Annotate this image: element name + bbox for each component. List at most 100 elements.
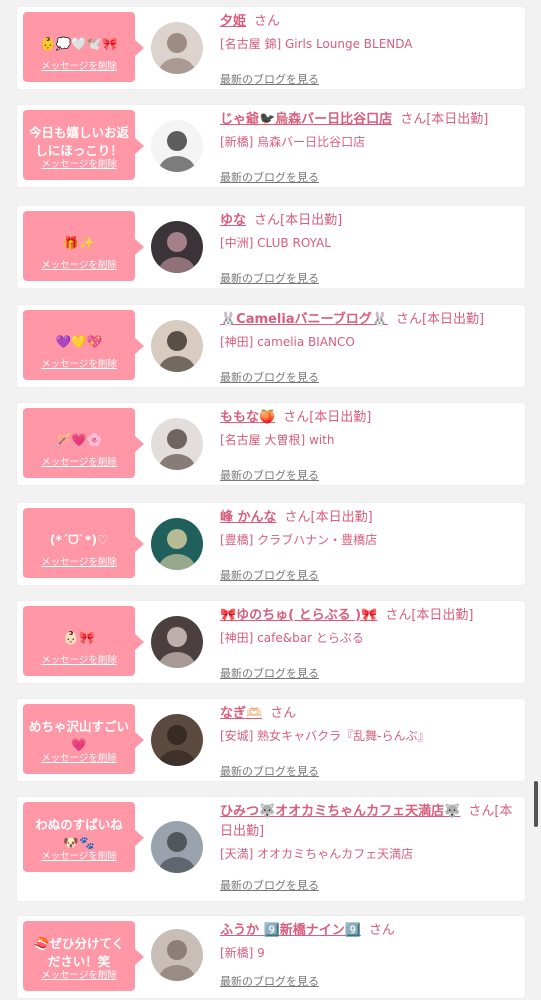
list-item: 👶💭🤍🕊️🎀 メッセージを削除 夕姫 さん [名古屋 錦] Girls Loung… xyxy=(17,7,525,89)
cast-name-link[interactable]: ももな🍑 xyxy=(220,410,275,425)
delete-message-link[interactable]: メッセージを削除 xyxy=(23,257,135,271)
avatar[interactable] xyxy=(151,22,203,74)
card-info: ももな🍑 さん[本日出勤] [名古屋 大曽根] with xyxy=(220,408,517,450)
honorific: さん xyxy=(400,112,427,127)
latest-blog-link[interactable]: 最新のブログを見る xyxy=(220,270,319,286)
name-line: ももな🍑 さん[本日出勤] xyxy=(220,408,517,428)
message-text: 🍣ぜひ分けてください！笑 xyxy=(33,936,125,969)
name-line: なぎ🫶🏻 さん xyxy=(220,704,517,724)
list-item: 🎁✨ メッセージを削除 ゆな さん[本日出勤] [中洲] CLUB ROYAL 最… xyxy=(17,206,525,288)
delete-message-link[interactable]: メッセージを削除 xyxy=(23,848,135,862)
latest-blog-link[interactable]: 最新のブログを見る xyxy=(220,71,319,87)
message-text: 👶💭🤍🕊️🎀 xyxy=(40,36,118,51)
avatar[interactable] xyxy=(151,518,203,570)
message-bubble: 🍣ぜひ分けてください！笑 メッセージを削除 xyxy=(23,921,144,991)
status-badge: [本日出勤] xyxy=(310,510,373,525)
delete-message-link[interactable]: メッセージを削除 xyxy=(23,750,135,764)
name-line: 🐰Cameliaバニーブログ🐰 さん[本日出勤] xyxy=(220,310,517,330)
name-line: ふうか 9️⃣新橋ナイン9️⃣ さん xyxy=(220,921,517,941)
delete-message-link[interactable]: メッセージを削除 xyxy=(23,454,135,468)
name-line: 峰 かんな さん[本日出勤] xyxy=(220,508,517,528)
message-bubble: (*ˊᗜˋ*)♡ メッセージを削除 xyxy=(23,508,144,578)
message-text: 💜💛💖 xyxy=(55,334,103,349)
latest-blog-link[interactable]: 最新のブログを見る xyxy=(220,467,319,483)
honorific: さん xyxy=(468,804,495,819)
shop-label: [安城] 熟女キャバクラ『乱舞-らんぶ』 xyxy=(220,729,430,743)
delete-message-link[interactable]: メッセージを削除 xyxy=(23,554,135,568)
status-badge: [本日出勤] xyxy=(426,112,489,127)
card-info: ひみつ🐺オオカミちゃんカフェ天満店🐺 さん[本日出勤] [天満] オオカミちゃんカ… xyxy=(220,802,517,864)
honorific: さん xyxy=(270,706,297,721)
delete-message-link[interactable]: メッセージを削除 xyxy=(23,967,135,981)
message-text: 🪄💗🌸 xyxy=(55,432,103,447)
message-text: (*ˊᗜˋ*)♡ xyxy=(49,532,109,547)
shop-label: [新橋] 烏森バー日比谷口店 xyxy=(220,135,366,149)
avatar[interactable] xyxy=(151,929,203,981)
latest-blog-link[interactable]: 最新のブログを見る xyxy=(220,665,319,681)
message-text: 今日も嬉しいお返しにほっこり！ xyxy=(29,125,130,158)
name-line: 夕姫 さん xyxy=(220,12,517,32)
latest-blog-link[interactable]: 最新のブログを見る xyxy=(220,973,319,989)
cast-name-link[interactable]: 峰 かんな xyxy=(220,510,277,525)
message-bubble: 🪄💗🌸 メッセージを削除 xyxy=(23,408,144,478)
cast-name-link[interactable]: ゆな xyxy=(220,213,246,228)
delete-message-link[interactable]: メッセージを削除 xyxy=(23,156,135,170)
shop-label: [名古屋 大曽根] with xyxy=(220,433,335,447)
honorific: さん xyxy=(254,213,281,228)
avatar[interactable] xyxy=(151,616,203,668)
latest-blog-link[interactable]: 最新のブログを見る xyxy=(220,877,319,893)
list-item: 💜💛💖 メッセージを削除 🐰Cameliaバニーブログ🐰 さん[本日出勤] [神田… xyxy=(17,305,525,387)
card-info: なぎ🫶🏻 さん [安城] 熟女キャバクラ『乱舞-らんぶ』 xyxy=(220,704,517,746)
honorific: さん xyxy=(254,14,281,29)
avatar[interactable] xyxy=(151,821,203,873)
avatar[interactable] xyxy=(151,320,203,372)
delete-message-link[interactable]: メッセージを削除 xyxy=(23,356,135,370)
name-line: ゆな さん[本日出勤] xyxy=(220,211,517,231)
honorific: さん xyxy=(395,312,422,327)
avatar[interactable] xyxy=(151,120,203,172)
message-text: 🎁✨ xyxy=(63,235,95,250)
cast-name-link[interactable]: 🎀ゆのちゅ( とらぶる )🎀 xyxy=(220,608,377,623)
shop-label: [豊橋] クラブハナン・豊橋店 xyxy=(220,533,378,547)
shop-label: [神田] camelia BIANCO xyxy=(220,335,355,349)
avatar[interactable] xyxy=(151,714,203,766)
status-badge: [本日出勤] xyxy=(411,608,474,623)
delete-message-link[interactable]: メッセージを削除 xyxy=(23,652,135,666)
avatar[interactable] xyxy=(151,221,203,273)
scrollbar[interactable] xyxy=(534,781,538,827)
cast-name-link[interactable]: ふうか 9️⃣新橋ナイン9️⃣ xyxy=(220,923,361,938)
cast-name-link[interactable]: 夕姫 xyxy=(220,14,246,29)
message-bubble: 👶💭🤍🕊️🎀 メッセージを削除 xyxy=(23,12,144,82)
latest-blog-link[interactable]: 最新のブログを見る xyxy=(220,369,319,385)
latest-blog-link[interactable]: 最新のブログを見る xyxy=(220,169,319,185)
shop-label: [新橋] 9 xyxy=(220,946,265,960)
honorific: さん xyxy=(283,410,310,425)
avatar[interactable] xyxy=(151,418,203,470)
cast-name-link[interactable]: じゃ爺🐦‍⬛烏森バー日比谷口店 xyxy=(220,112,392,127)
status-badge: [本日出勤] xyxy=(309,410,372,425)
list-item: めちゃ沢山すごい💗 メッセージを削除 なぎ🫶🏻 さん [安城] 熟女キャバクラ『乱… xyxy=(17,699,525,781)
list-item: 🪄💗🌸 メッセージを削除 ももな🍑 さん[本日出勤] [名古屋 大曽根] with… xyxy=(17,403,525,485)
status-badge: [本日出勤] xyxy=(280,213,343,228)
message-text: 👶🏻🎀 xyxy=(63,630,95,645)
message-bubble: 今日も嬉しいお返しにほっこり！ メッセージを削除 xyxy=(23,110,144,180)
cast-name-link[interactable]: なぎ🫶🏻 xyxy=(220,706,262,721)
card-info: 夕姫 さん [名古屋 錦] Girls Lounge BLENDA xyxy=(220,12,517,54)
cast-name-link[interactable]: ひみつ🐺オオカミちゃんカフェ天満店🐺 xyxy=(220,804,460,819)
shop-label: [天満] オオカミちゃんカフェ天満店 xyxy=(220,847,414,861)
name-line: じゃ爺🐦‍⬛烏森バー日比谷口店 さん[本日出勤] xyxy=(220,110,517,130)
honorific: さん xyxy=(368,923,395,938)
latest-blog-link[interactable]: 最新のブログを見る xyxy=(220,567,319,583)
card-info: ふうか 9️⃣新橋ナイン9️⃣ さん [新橋] 9 xyxy=(220,921,517,963)
shop-label: [神田] cafe&bar とらぶる xyxy=(220,631,364,645)
card-info: 🐰Cameliaバニーブログ🐰 さん[本日出勤] [神田] camelia BIA… xyxy=(220,310,517,352)
status-badge: [本日出勤] xyxy=(421,312,485,327)
message-bubble: 💜💛💖 メッセージを削除 xyxy=(23,310,144,380)
cast-name-link[interactable]: 🐰Cameliaバニーブログ🐰 xyxy=(220,312,388,327)
latest-blog-link[interactable]: 最新のブログを見る xyxy=(220,763,319,779)
list-item: (*ˊᗜˋ*)♡ メッセージを削除 峰 かんな さん[本日出勤] [豊橋] クラブ… xyxy=(17,503,525,585)
card-info: ゆな さん[本日出勤] [中洲] CLUB ROYAL xyxy=(220,211,517,253)
delete-message-link[interactable]: メッセージを削除 xyxy=(23,58,135,72)
name-line: ひみつ🐺オオカミちゃんカフェ天満店🐺 さん[本日出勤] xyxy=(220,802,517,842)
list-item: 👶🏻🎀 メッセージを削除 🎀ゆのちゅ( とらぶる )🎀 さん[本日出勤] [神田]… xyxy=(17,601,525,683)
